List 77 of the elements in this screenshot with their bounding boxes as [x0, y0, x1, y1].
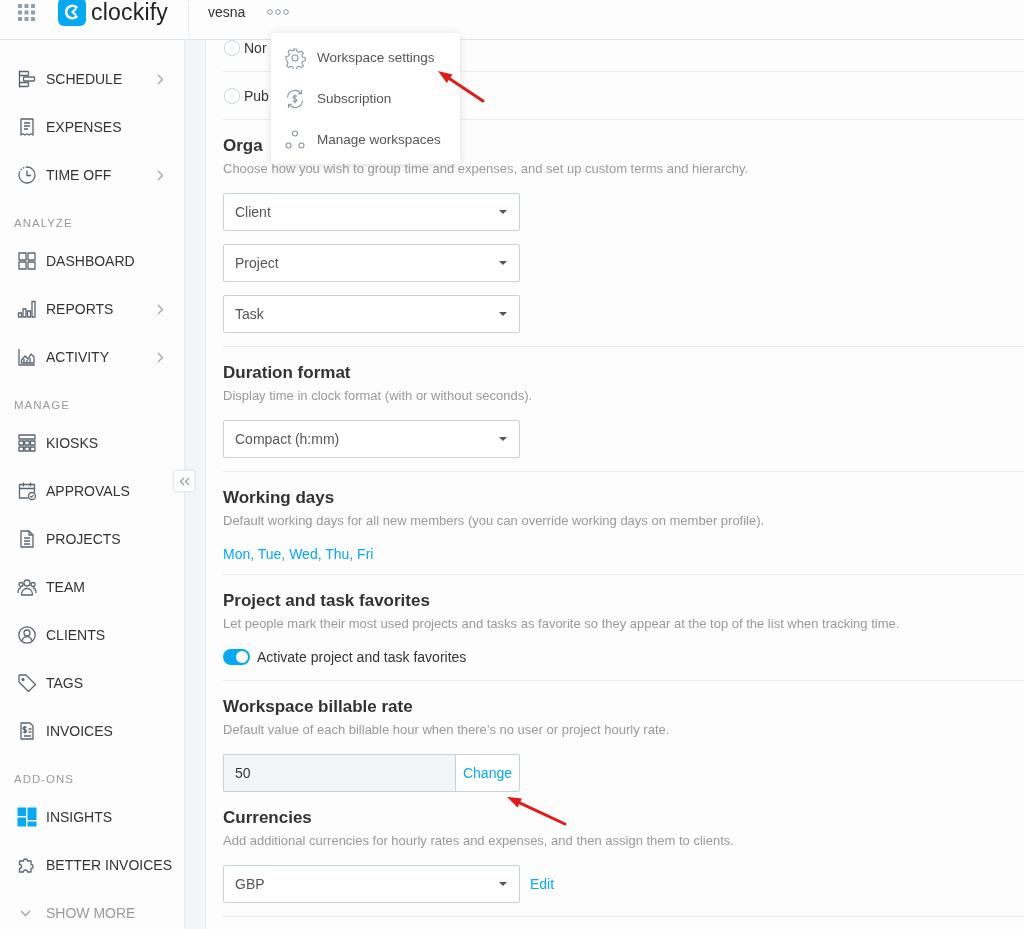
invoice-icon [17, 721, 37, 741]
section-title: Orga [223, 135, 263, 157]
dropdown-field[interactable]: Task [223, 295, 520, 333]
rate-input[interactable]: 50 [223, 754, 455, 792]
menu-item[interactable]: Subscription [271, 78, 460, 119]
radio-label: Pub [244, 87, 269, 104]
section-label: MANAGE [13, 398, 70, 413]
section-title: Working days [223, 487, 335, 509]
tag-icon [17, 673, 37, 693]
annotation-arrow [507, 797, 567, 826]
nav-item[interactable]: APPROVALS [0, 467, 172, 515]
section-description: Display time in clock format (with or without seconds). [223, 387, 533, 405]
nav-item[interactable]: ACTIVITY [0, 333, 172, 381]
nav-item[interactable]: INSIGHTS [0, 793, 172, 841]
grid-squares-icon [17, 251, 37, 271]
gear-icon [284, 46, 306, 69]
caret-icon [499, 261, 507, 265]
nav-item[interactable]: CLIENTS [0, 611, 172, 659]
workspace-name[interactable]: vesna [208, 0, 246, 24]
nav-item[interactable]: INVOICES [0, 707, 172, 755]
section-title: Project and task favorites [223, 590, 430, 612]
nav-item[interactable]: DASHBOARD [0, 237, 172, 285]
nav-item[interactable]: PROJECTS [0, 515, 172, 563]
person-circle-icon [17, 625, 37, 645]
tiles-icon [17, 807, 37, 827]
nav-item[interactable]: BETTER INVOICES [0, 841, 172, 889]
area-chart-icon [17, 347, 37, 367]
section-description: Default value of each billable hour when there’s no user or project hourly rate. [223, 721, 670, 739]
section-title: Currencies [223, 807, 312, 829]
nav-item[interactable]: TIME OFF [0, 151, 172, 199]
section-description: Default working days for all new members (you can override working days on member profile). [223, 512, 765, 530]
menu-item[interactable]: Manage workspaces [271, 119, 460, 160]
bar-chart-icon [17, 299, 37, 319]
clock-icon [17, 165, 37, 185]
section-title: Workspace billable rate [223, 696, 413, 718]
radio-label: Nor [244, 40, 267, 56]
radio-button[interactable] [224, 87, 240, 104]
keypad-icon [17, 433, 37, 453]
caret-icon [499, 882, 507, 886]
three-circles-icon [284, 128, 306, 151]
timeline-bars-icon [17, 69, 37, 89]
radio-button[interactable] [224, 40, 240, 56]
section-title: Duration format [223, 362, 351, 384]
receipt-icon [17, 117, 37, 137]
toggle-label: Activate project and task favorites [257, 649, 467, 665]
double-chevron-left-icon [178, 476, 190, 486]
apps-grid-icon[interactable] [18, 4, 35, 21]
section-label: ANALYZE [13, 216, 73, 231]
section-label: ADD-ONS [13, 772, 75, 787]
calendar-check-icon [17, 481, 37, 501]
section-description: Choose how you wish to group time and expenses, and set up custom terms and hierarchy. [223, 160, 749, 178]
more-icon[interactable] [267, 9, 290, 15]
puzzle-piece-icon [17, 855, 37, 875]
chevron-down-icon [20, 909, 31, 917]
caret-icon [499, 210, 507, 214]
nav-item[interactable]: REPORTS [0, 285, 172, 333]
nav-item[interactable]: TEAM [0, 563, 172, 611]
nav-item[interactable]: EXPENSES [0, 103, 172, 151]
nav-item[interactable]: SCHEDULE [0, 55, 172, 103]
section-description: Add additional currencies for hourly rates and expenses, and then assign them to clients. [223, 832, 734, 850]
nav-item[interactable]: KIOSKS [0, 419, 172, 467]
section-description: Let people mark their most used projects and tasks as favorite so they appear at the top of the list when tracking time. [223, 615, 900, 633]
caret-icon [499, 437, 507, 441]
dropdown-field[interactable]: GBP [223, 865, 520, 903]
toggle-switch[interactable] [223, 649, 250, 665]
dropdown-field[interactable]: Project [223, 244, 520, 282]
annotation-arrow [438, 71, 485, 103]
nav-item[interactable]: TAGS [0, 659, 172, 707]
dropdown-field[interactable]: Compact (h:mm) [223, 420, 520, 458]
caret-icon [499, 312, 507, 316]
dropdown-field[interactable]: Client [223, 193, 520, 231]
dollar-cycle-icon [284, 87, 306, 110]
collapse-sidebar-button[interactable] [173, 470, 195, 492]
menu-item[interactable]: Workspace settings [271, 37, 460, 78]
document-icon [17, 529, 37, 549]
logo-text: clockify [91, 0, 168, 24]
people-icon [17, 577, 37, 597]
